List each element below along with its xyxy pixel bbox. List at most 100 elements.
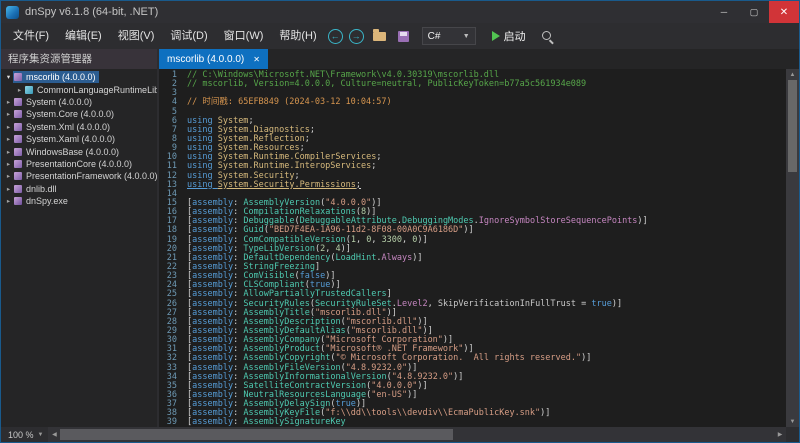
zoom-level-select[interactable]: 100 % ▼: [3, 427, 48, 442]
vertical-scrollbar-thumb[interactable]: [788, 80, 797, 172]
code-token[interactable]: )]: [540, 408, 550, 418]
code-token[interactable]: )]: [463, 225, 473, 235]
tree-item-dnspy-exe[interactable]: ▸dnSpy.exe: [1, 195, 157, 207]
code-token[interactable]: // 时间戳: 65EFB849 (2024-03-12 10:04:57): [187, 97, 392, 107]
tree-item-presentationcore[interactable]: ▸PresentationCore (4.0.0.0): [1, 158, 157, 170]
code-token[interactable]: )]: [637, 216, 647, 226]
code-line[interactable]: 39[assembly: AssemblySignatureKey: [159, 418, 786, 427]
expand-arrow-icon[interactable]: ▸: [4, 197, 13, 205]
code-token[interactable]: ;: [305, 134, 310, 144]
tab-mscorlib[interactable]: mscorlib (4.0.0.0) ✕: [159, 49, 268, 69]
navigate-forward-button[interactable]: →: [349, 29, 364, 44]
menu-item[interactable]: 编辑(E): [57, 23, 110, 49]
code-token[interactable]: using: [187, 180, 218, 190]
minimize-button[interactable]: ─: [709, 1, 739, 23]
save-all-icon[interactable]: [398, 31, 409, 42]
expand-arrow-icon[interactable]: ▸: [4, 160, 13, 168]
menu-item[interactable]: 窗口(W): [216, 23, 272, 49]
open-file-icon[interactable]: [373, 32, 386, 41]
horizontal-scrollbar[interactable]: ◀ ▶: [48, 427, 786, 442]
code-token[interactable]: IgnoreSymbolStoreSequencePoints: [479, 216, 638, 226]
menu-item[interactable]: 文件(F): [5, 23, 57, 49]
code-token[interactable]: )]: [417, 381, 427, 391]
vertical-scrollbar[interactable]: ▲ ▼: [786, 69, 799, 427]
tree-item-content[interactable]: CommonLanguageRuntimeLibrary: [24, 83, 157, 95]
expand-arrow-icon[interactable]: ▸: [4, 148, 13, 156]
tree-item-content[interactable]: System.Xaml (4.0.0.0): [13, 133, 118, 145]
code-token[interactable]: ;: [376, 152, 381, 162]
expand-arrow-icon[interactable]: ▸: [4, 172, 13, 180]
horizontal-scrollbar-thumb[interactable]: [60, 429, 452, 440]
code-token[interactable]: System.Security.Permissions: [218, 180, 356, 190]
horizontal-scrollbar-track[interactable]: [60, 427, 774, 442]
menu-item[interactable]: 调试(D): [162, 23, 215, 49]
search-icon[interactable]: [541, 30, 554, 43]
code-token[interactable]: ,: [428, 299, 438, 309]
code-token[interactable]: ;: [310, 125, 315, 135]
code-token[interactable]: Always: [382, 253, 413, 263]
tree-item-content[interactable]: mscorlib (4.0.0.0): [13, 71, 99, 83]
tree-item-content[interactable]: PresentationFramework (4.0.0.0): [13, 170, 157, 182]
code-token[interactable]: Level2: [397, 299, 428, 309]
scroll-down-icon[interactable]: ▼: [786, 416, 799, 427]
tab-close-icon[interactable]: ✕: [253, 55, 260, 64]
tree-item-content[interactable]: WindowsBase (4.0.0.0): [13, 145, 122, 157]
tree-item-content[interactable]: dnlib.dll: [13, 183, 60, 195]
menu-item[interactable]: 视图(V): [110, 23, 163, 49]
collapse-arrow-icon[interactable]: ▾: [4, 73, 13, 81]
maximize-button[interactable]: ▢: [739, 1, 769, 23]
code-token[interactable]: // mscorlib, Version=4.0.0.0, Culture=ne…: [187, 79, 586, 89]
expand-arrow-icon[interactable]: ▸: [4, 135, 13, 143]
code-token[interactable]: )]: [417, 235, 427, 245]
tree-item-content[interactable]: System.Core (4.0.0.0): [13, 108, 117, 120]
navigate-back-button[interactable]: ←: [328, 29, 343, 44]
tree-item-system-core[interactable]: ▸System.Core (4.0.0.0): [1, 108, 157, 120]
scroll-left-icon[interactable]: ◀: [48, 431, 60, 438]
code-token[interactable]: ,: [402, 235, 412, 245]
code-token[interactable]: ,: [371, 235, 381, 245]
code-token[interactable]: "en-US": [371, 390, 407, 400]
tree-item-presentationframework[interactable]: ▸PresentationFramework (4.0.0.0): [1, 170, 157, 182]
code-token[interactable]: ;: [356, 180, 361, 190]
tree-item-windowsbase[interactable]: ▸WindowsBase (4.0.0.0): [1, 145, 157, 157]
code-token[interactable]: LoadHint: [335, 253, 376, 263]
tree-item-content[interactable]: System.Xml (4.0.0.0): [13, 121, 113, 133]
tree-item-system-xaml[interactable]: ▸System.Xaml (4.0.0.0): [1, 133, 157, 145]
tree-item-mscorlib[interactable]: ▾mscorlib (4.0.0.0): [1, 71, 157, 83]
scroll-right-icon[interactable]: ▶: [774, 431, 786, 438]
close-button[interactable]: ✕: [769, 1, 799, 23]
start-debug-button[interactable]: 启动: [492, 28, 526, 44]
code-token[interactable]: AssemblySignatureKey: [243, 417, 345, 427]
scroll-up-icon[interactable]: ▲: [786, 69, 799, 80]
expand-arrow-icon[interactable]: ▸: [4, 98, 13, 106]
code-token[interactable]: true: [591, 299, 611, 309]
tree-item-content[interactable]: dnSpy.exe: [13, 195, 71, 207]
code-line[interactable]: 2// mscorlib, Version=4.0.0.0, Culture=n…: [159, 80, 786, 89]
code-token[interactable]: ,: [356, 235, 366, 245]
code-token[interactable]: SkipVerificationInFullTrust: [438, 299, 576, 309]
expand-arrow-icon[interactable]: ▸: [4, 110, 13, 118]
expand-arrow-icon[interactable]: ▸: [4, 123, 13, 131]
tree-item-common-language-runtime-library[interactable]: ▸CommonLanguageRuntimeLibrary: [1, 83, 157, 95]
code-token[interactable]: )]: [581, 353, 591, 363]
code-token[interactable]: ;: [371, 161, 376, 171]
code-token[interactable]: assembly: [192, 417, 233, 427]
code-token[interactable]: )]: [453, 372, 463, 382]
code-token[interactable]: )]: [612, 299, 622, 309]
code-line[interactable]: 13using System.Security.Permissions;: [159, 181, 786, 190]
code-token[interactable]: 3300: [382, 235, 402, 245]
code-pane[interactable]: 1// C:\Windows\Microsoft.NET\Framework\v…: [159, 69, 786, 427]
expand-arrow-icon[interactable]: ▸: [4, 185, 13, 193]
tree-item-dnlib-dll[interactable]: ▸dnlib.dll: [1, 183, 157, 195]
code-token[interactable]: )]: [412, 253, 422, 263]
expand-arrow-icon[interactable]: ▸: [15, 86, 24, 94]
code-token[interactable]: )]: [407, 390, 417, 400]
vertical-scrollbar-track[interactable]: [786, 80, 799, 416]
tree-item-system-xml[interactable]: ▸System.Xml (4.0.0.0): [1, 121, 157, 133]
code-token[interactable]: :: [233, 417, 243, 427]
tree-item-content[interactable]: System (4.0.0.0): [13, 96, 95, 108]
code-token[interactable]: "f:\\dd\\tools\\devdiv\\EcmaPublicKey.sn…: [325, 408, 540, 418]
code-token[interactable]: =: [576, 299, 591, 309]
language-select[interactable]: C# ▼: [422, 27, 476, 45]
code-line[interactable]: 4// 时间戳: 65EFB849 (2024-03-12 10:04:57): [159, 98, 786, 107]
